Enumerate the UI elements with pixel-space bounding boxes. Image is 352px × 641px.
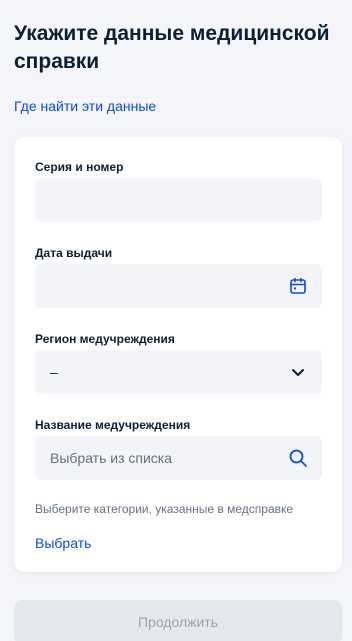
region-select[interactable]: –	[35, 350, 322, 394]
search-icon[interactable]	[288, 448, 308, 468]
continue-button[interactable]: Продолжить	[14, 600, 342, 641]
region-value: –	[50, 364, 58, 380]
region-label: Регион медучреждения	[35, 332, 175, 346]
series-number-input[interactable]	[35, 178, 322, 222]
institution-label: Название медучреждения	[35, 418, 191, 432]
chevron-down-icon	[288, 362, 308, 382]
categories-hint: Выберите категории, указанные в медсправ…	[35, 502, 294, 516]
institution-placeholder: Выбрать из списка	[50, 450, 173, 466]
series-number-label: Серия и номер	[35, 160, 124, 174]
issue-date-input[interactable]	[35, 264, 322, 308]
where-to-find-data-link[interactable]: Где найти эти данные	[14, 96, 156, 116]
choose-categories-link[interactable]: Выбрать	[35, 533, 91, 553]
form-card: Серия и номер Дата выдачи Регион медучре…	[14, 137, 342, 572]
page: Укажите данные медицинской справки Где н…	[0, 0, 352, 641]
page-title: Укажите данные медицинской справки	[14, 22, 330, 73]
issue-date-label: Дата выдачи	[35, 246, 113, 260]
institution-search-input[interactable]: Выбрать из списка	[35, 436, 322, 480]
calendar-icon[interactable]	[288, 276, 308, 296]
